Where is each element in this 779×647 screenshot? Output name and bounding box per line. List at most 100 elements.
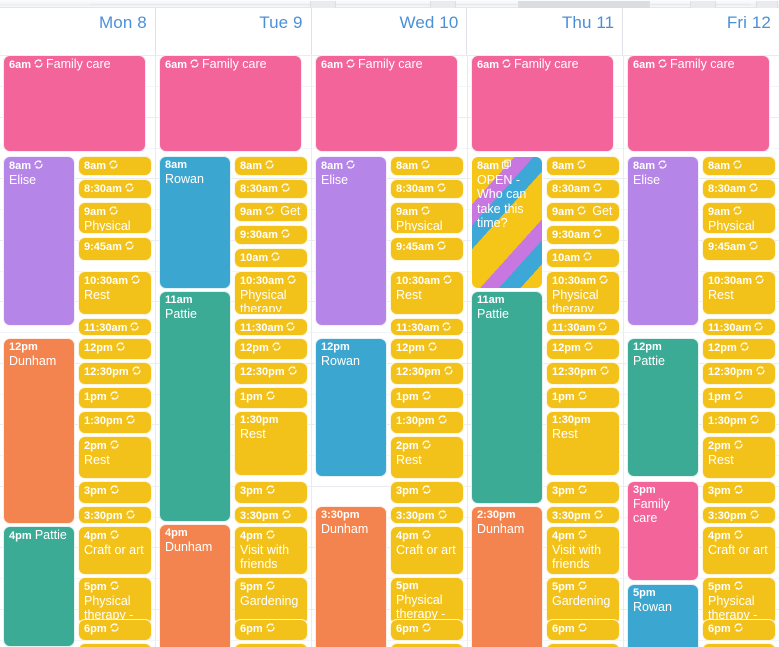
calendar-event-caregiver[interactable]: 6am Family care [315, 55, 458, 152]
calendar-event-task[interactable]: 9am Get [234, 202, 308, 222]
calendar-event-task[interactable]: 9:30am [546, 225, 620, 245]
calendar-event-task[interactable]: 6pm [702, 619, 776, 641]
calendar-event-task[interactable]: 3pm [390, 481, 464, 504]
calendar-event-task[interactable]: 6pm [234, 619, 308, 641]
calendar-event-task[interactable]: 6:30pm [234, 643, 308, 647]
calendar-event-task[interactable]: 1pm [234, 387, 308, 409]
calendar-event-task[interactable]: 1pm [546, 387, 620, 409]
calendar-event-caregiver[interactable]: 12pm Rowan [315, 338, 387, 477]
day-column-mon[interactable]: 6am Family care 8amElise 12pm Dunham 4pm Pat… [0, 55, 156, 647]
calendar-event-caregiver[interactable]: 6am Family care [627, 55, 770, 152]
calendar-event-task[interactable]: 9am Physical [78, 202, 152, 234]
calendar-event-task[interactable]: 6:30pm [546, 643, 620, 647]
calendar-event-task[interactable]: 5pm Physical therapy - set 2 [390, 577, 464, 625]
day-header-wed[interactable]: Wed 10 [311, 8, 468, 55]
calendar-event-task[interactable]: 6:30pm [702, 643, 776, 647]
day-header-mon[interactable]: Mon 8 [0, 8, 156, 55]
calendar-event-task[interactable]: 12:30pm [546, 362, 620, 385]
calendar-event-task[interactable]: 4pm Craft or art [78, 526, 152, 575]
calendar-event-task[interactable]: 8:30am [390, 179, 464, 199]
calendar-event-task[interactable]: 9:45am [78, 237, 152, 261]
calendar-event-task[interactable]: 11:30am [234, 318, 308, 336]
calendar-event-task[interactable]: 1pm [390, 387, 464, 409]
calendar-event-task[interactable]: 11:30am [702, 318, 776, 336]
calendar-event-task[interactable]: 12pm [702, 338, 776, 360]
calendar-event-task[interactable]: 9:30am [234, 225, 308, 245]
calendar-event-task[interactable]: 8:30am [546, 179, 620, 199]
calendar-event-task[interactable]: 1:30pm Rest [234, 411, 308, 476]
calendar-event-task[interactable]: 12pm [546, 338, 620, 360]
calendar-event-task[interactable]: 3:30pm [702, 506, 776, 524]
calendar-event-caregiver[interactable]: 8amElise [627, 156, 699, 326]
calendar-event-task[interactable]: 4pm Visit with friends [546, 526, 620, 575]
calendar-event-caregiver[interactable]: 4pm Dunham [159, 524, 231, 647]
calendar-event-caregiver[interactable]: 8amElise [3, 156, 75, 326]
calendar-event-open-shift[interactable]: 8am OPEN - Who can take this time? [471, 156, 543, 289]
calendar-event-caregiver[interactable]: 4pm Pattie [3, 526, 75, 647]
calendar-event-task[interactable]: 8:30am [78, 179, 152, 199]
calendar-event-task[interactable]: 8am [702, 156, 776, 176]
calendar-event-task[interactable]: 3pm [234, 481, 308, 504]
calendar-event-task[interactable]: 5pm Physical therapy - [78, 577, 152, 625]
calendar-event-task[interactable]: 9:45am [702, 237, 776, 261]
calendar-event-task[interactable]: 12pm [390, 338, 464, 360]
calendar-event-task[interactable]: 9:45am [390, 237, 464, 261]
calendar-event-task[interactable]: 3:30pm [234, 506, 308, 524]
calendar-event-task[interactable]: 4pm Craft or art [702, 526, 776, 575]
calendar-event-caregiver[interactable]: 5pm Rowan [627, 584, 699, 647]
calendar-event-caregiver[interactable]: 3:30pm Dunham [315, 506, 387, 647]
calendar-event-caregiver[interactable]: 6am Family care [3, 55, 146, 152]
calendar-event-caregiver[interactable]: 8amElise [315, 156, 387, 326]
calendar-event-caregiver[interactable]: 6am Family care [159, 55, 302, 152]
calendar-event-task[interactable]: 8am [546, 156, 620, 176]
calendar-event-task[interactable]: 10am [234, 248, 308, 268]
calendar-event-task[interactable]: 2pm Rest [702, 436, 776, 479]
calendar-event-task[interactable]: 5pm Gardening [546, 577, 620, 625]
calendar-event-task[interactable]: 4pm Craft or art [390, 526, 464, 575]
calendar-event-task[interactable]: 12:30pm [234, 362, 308, 385]
calendar-event-task[interactable]: 3pm [78, 481, 152, 504]
calendar-event-task[interactable]: 5pm Physical therapy - [702, 577, 776, 625]
calendar-event-task[interactable]: 10am [546, 248, 620, 268]
toolbar-chip[interactable] [430, 1, 456, 8]
day-column-thu[interactable]: 6am Family care 11am Pattie 2:30pm Dunham 6:… [468, 55, 624, 647]
day-column-tue[interactable]: 6am Family care 8am Rowan 11am Pattie 4pm Du… [156, 55, 312, 647]
toolbar-chip[interactable] [756, 1, 778, 8]
calendar-event-caregiver[interactable]: 3pm Family care [627, 481, 699, 581]
calendar-grid-body[interactable]: 6am Family care 8amElise 12pm Dunham 4pm Pat… [0, 55, 779, 647]
calendar-event-task[interactable]: 12pm [234, 338, 308, 360]
calendar-event-task[interactable]: 3:30pm [390, 506, 464, 524]
calendar-event-task[interactable]: 6pm [546, 619, 620, 641]
calendar-event-task[interactable]: 1pm [702, 387, 776, 409]
calendar-event-task[interactable]: 6:30pm [390, 643, 464, 647]
calendar-event-caregiver[interactable]: 11am Pattie [159, 291, 231, 522]
calendar-event-task[interactable]: 10:30am Rest [702, 271, 776, 315]
toolbar-chip-active[interactable] [518, 1, 650, 8]
calendar-event-task[interactable]: 1pm [78, 387, 152, 409]
calendar-event-task[interactable]: 2pm Rest [78, 436, 152, 479]
calendar-event-caregiver[interactable]: 11am Pattie [471, 291, 543, 504]
calendar-event-task[interactable]: 5pm Gardening [234, 577, 308, 625]
calendar-event-task[interactable]: 8:30am [702, 179, 776, 199]
day-column-fri[interactable]: 6am Family care 8amElise 12pm Pattie 3pm Fam… [624, 55, 779, 647]
calendar-event-task[interactable]: 10:30am Rest [390, 271, 464, 315]
calendar-event-task[interactable]: 6pm [390, 619, 464, 641]
calendar-event-task[interactable]: 8:30am [234, 179, 308, 199]
calendar-event-caregiver[interactable]: 12pm Pattie [627, 338, 699, 477]
calendar-event-task[interactable]: 1:30pm Rest [546, 411, 620, 476]
calendar-event-task[interactable]: 11:30am [546, 318, 620, 336]
day-header-tue[interactable]: Tue 9 [155, 8, 312, 55]
calendar-event-task[interactable]: 11:30am [390, 318, 464, 336]
calendar-event-task[interactable]: 1:30pm [702, 411, 776, 434]
calendar-event-caregiver[interactable]: 8am Rowan [159, 156, 231, 289]
calendar-event-task[interactable]: 12:30pm [702, 362, 776, 385]
calendar-event-task[interactable]: 10:30am Rest [78, 271, 152, 315]
day-header-thu[interactable]: Thu 11 [467, 8, 624, 55]
calendar-event-task[interactable]: 12:30pm [390, 362, 464, 385]
calendar-event-task[interactable]: 9am Physical [702, 202, 776, 234]
day-header-fri[interactable]: Fri 12 [623, 8, 779, 55]
calendar-event-task[interactable]: 3:30pm [78, 506, 152, 524]
calendar-event-task[interactable]: 10:30am Physical therapy [546, 271, 620, 315]
calendar-event-task[interactable]: 2pm Rest [390, 436, 464, 479]
calendar-event-task[interactable]: 6:30pm [78, 643, 152, 647]
